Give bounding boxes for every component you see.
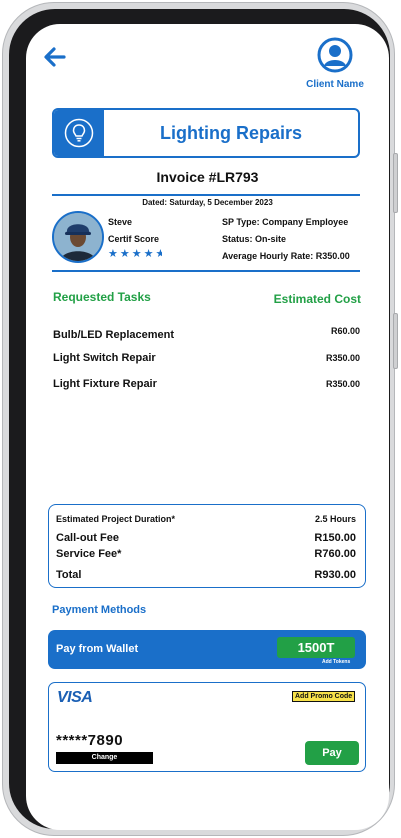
pay-button[interactable]: Pay — [305, 741, 359, 765]
cost-summary: Estimated Project Duration* 2.5 Hours Ca… — [48, 504, 366, 588]
service-fee-label: Service Fee* — [56, 548, 122, 560]
total-value: R930.00 — [314, 569, 356, 581]
volume-button — [393, 153, 398, 213]
wallet-label: Pay from Wallet — [56, 643, 139, 655]
provider-name: Steve — [108, 217, 133, 227]
estimated-cost-heading: Estimated Cost — [273, 292, 361, 306]
duration-label: Estimated Project Duration* — [56, 514, 176, 524]
total-row: Total R930.00 — [56, 569, 356, 581]
provider-details: Steve Certif Score ★ ★ ★ ★ ★ — [108, 214, 162, 260]
callout-row: Call-out Fee R150.00 — [56, 532, 356, 544]
rating-stars: ★ ★ ★ ★ ★ — [108, 249, 162, 260]
duration-value: 2.5 Hours — [314, 514, 356, 524]
star-icon: ★ — [143, 248, 154, 260]
task-name: Light Switch Repair — [53, 352, 156, 364]
sp-type: SP Type: Company Employee — [222, 217, 349, 227]
divider — [52, 270, 360, 272]
visa-logo: VISA — [57, 689, 93, 706]
half-star-icon: ★ — [155, 249, 162, 260]
visa-card[interactable]: VISA Add Promo Code *****7890 Change Pay — [48, 682, 366, 772]
service-fee-value: R760.00 — [314, 548, 356, 560]
add-promo-code-button[interactable]: Add Promo Code — [292, 691, 356, 702]
task-name: Light Fixture Repair — [53, 378, 157, 390]
task-cost: R350.00 — [325, 379, 360, 389]
invoice-date: Dated: Saturday, 5 December 2023 — [142, 198, 273, 207]
callout-label: Call-out Fee — [56, 532, 119, 544]
service-title-box: Lighting Repairs — [52, 108, 360, 158]
client-name-label: Client Name — [306, 79, 364, 90]
add-tokens-link[interactable]: Add Tokens — [322, 659, 350, 665]
task-name: Bulb/LED Replacement — [53, 329, 175, 341]
lightbulb-icon — [54, 110, 104, 156]
phone-bezel: Client Name Lighting Repairs Invoice #LR… — [9, 9, 390, 830]
back-arrow-icon[interactable] — [42, 44, 68, 70]
provider-avatar — [52, 211, 104, 263]
user-icon — [317, 37, 353, 73]
service-title: Lighting Repairs — [159, 123, 302, 143]
star-icon: ★ — [131, 248, 142, 260]
task-cost: R60.00 — [330, 326, 360, 336]
payment-methods-heading: Payment Methods — [52, 604, 147, 616]
hourly-rate: Average Hourly Rate: R350.00 — [222, 251, 350, 261]
divider — [52, 194, 360, 196]
task-cost: R350.00 — [325, 353, 360, 363]
sp-status: Status: On-site — [222, 234, 287, 244]
duration-row: Estimated Project Duration* 2.5 Hours — [56, 514, 356, 524]
service-fee-row: Service Fee* R760.00 — [56, 548, 356, 560]
callout-value: R150.00 — [314, 532, 356, 544]
pay-from-wallet-button[interactable]: Pay from Wallet 1500T Add Tokens — [48, 630, 366, 669]
client-profile[interactable]: Client Name — [302, 37, 368, 90]
wallet-balance: 1500T — [277, 637, 355, 658]
card-number: *****7890 — [56, 732, 124, 749]
requested-tasks-heading: Requested Tasks — [53, 290, 151, 304]
star-icon: ★ — [119, 248, 130, 260]
screen: Client Name Lighting Repairs Invoice #LR… — [26, 24, 389, 830]
star-icon: ★ — [108, 248, 118, 260]
phone-frame: Client Name Lighting Repairs Invoice #LR… — [2, 2, 398, 836]
certif-score-label: Certif Score — [108, 234, 160, 244]
provider-meta: SP Type: Company Employee Status: On-sit… — [222, 214, 350, 265]
total-label: Total — [56, 569, 82, 581]
invoice-number: Invoice #LR793 — [156, 169, 259, 185]
change-card-button[interactable]: Change — [56, 752, 153, 764]
power-button — [393, 313, 398, 369]
